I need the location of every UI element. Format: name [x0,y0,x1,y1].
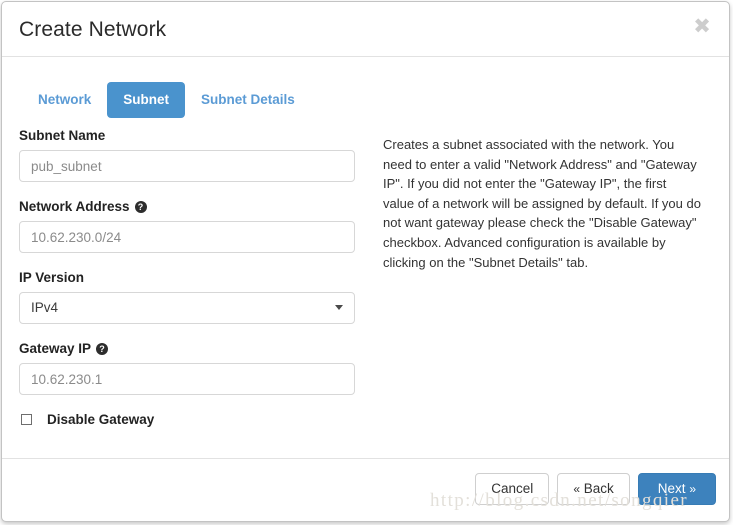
next-button[interactable]: Next » [637,473,716,505]
subnet-name-label-text: Subnet Name [19,128,106,143]
tab-subnet[interactable]: Subnet [107,82,186,118]
network-address-label: Network Address ? [19,199,355,214]
question-mark-icon[interactable]: ? [96,342,109,355]
question-mark-icon[interactable]: ? [134,200,147,213]
ip-version-label-text: IP Version [19,270,85,285]
disable-gateway-label[interactable]: Disable Gateway [47,412,154,427]
subnet-name-label: Subnet Name [19,128,355,143]
disable-gateway-row: Disable Gateway [19,412,355,427]
tab-subnet-details[interactable]: Subnet Details [185,82,311,118]
wizard-tabs: Network Subnet Subnet Details [22,82,311,118]
gateway-ip-label-text: Gateway IP [19,341,92,356]
create-network-modal: Create Network ✖ Network Subnet Subnet D… [1,1,730,522]
next-chevron-icon: » [689,482,696,496]
modal-body: Subnet Name Network Address ? IP Version… [2,128,729,458]
ip-version-label: IP Version [19,270,355,285]
network-address-input[interactable] [19,221,355,253]
back-button[interactable]: « Back [557,473,630,505]
modal-header: Create Network ✖ [2,2,729,57]
gateway-ip-input[interactable] [19,363,355,395]
footer-buttons: Cancel « Back Next » [475,473,716,505]
next-button-label: Next [657,481,686,496]
disable-gateway-checkbox[interactable] [21,414,32,425]
network-address-label-text: Network Address [19,199,130,214]
subnet-form: Subnet Name Network Address ? IP Version… [19,128,355,427]
back-button-label: Back [583,481,614,496]
help-text: Creates a subnet associated with the net… [383,137,701,270]
page-title: Create Network [19,18,167,41]
tab-network[interactable]: Network [22,82,107,118]
subnet-name-input[interactable] [19,150,355,182]
ip-version-select[interactable]: IPv4 [19,292,355,324]
modal-footer: Cancel « Back Next » [2,458,729,521]
ip-version-select-wrap: IPv4 [19,292,355,324]
cancel-button[interactable]: Cancel [475,473,550,505]
gateway-ip-label: Gateway IP ? [19,341,355,356]
back-chevron-icon: « [573,482,580,496]
close-icon[interactable]: ✖ [691,15,713,37]
